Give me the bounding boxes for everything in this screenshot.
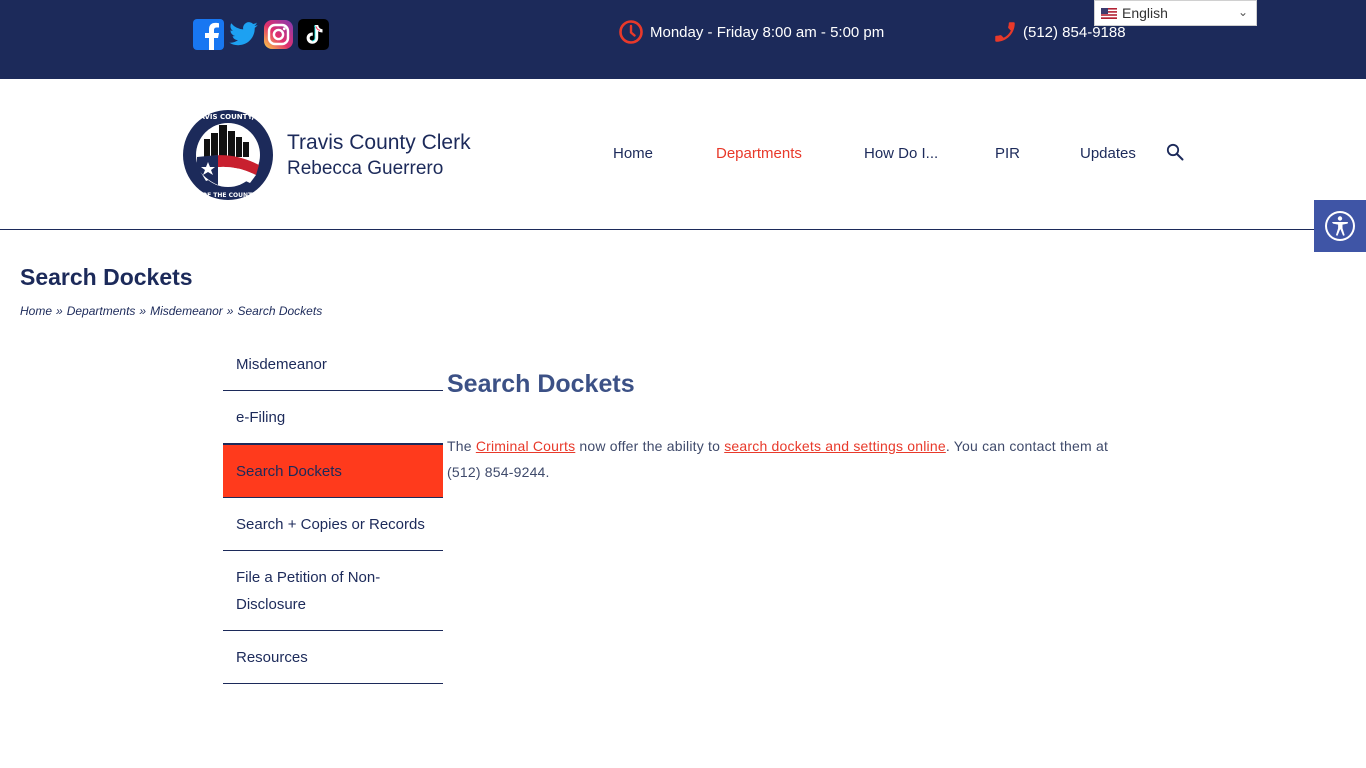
office-hours-text: Monday - Friday 8:00 am - 5:00 pm — [650, 23, 885, 41]
nav-pir[interactable]: PIR — [995, 145, 1020, 162]
criminal-courts-link[interactable]: Criminal Courts — [476, 438, 575, 454]
content-text: The — [447, 438, 476, 454]
chevron-down-icon: ⌄ — [1237, 5, 1248, 19]
search-icon[interactable] — [1166, 143, 1184, 161]
nav-departments[interactable]: Departments — [716, 145, 802, 162]
nav-updates[interactable]: Updates — [1080, 145, 1136, 162]
svg-text:TRAVIS COUNTY, TX: TRAVIS COUNTY, TX — [189, 113, 267, 121]
content-text: now offer the ability to — [575, 438, 725, 454]
breadcrumb-misdemeanor[interactable]: Misdemeanor — [150, 304, 223, 318]
site-title[interactable]: Travis County Clerk — [287, 129, 471, 156]
phone-text: (512) 854-9188 — [1023, 23, 1126, 41]
instagram-icon[interactable] — [263, 19, 294, 50]
county-clerk-logo[interactable]: TRAVIS COUNTY, TX OFFICE OF THE COUNTY C… — [176, 109, 280, 201]
twitter-icon[interactable] — [228, 19, 259, 50]
breadcrumb-separator: » — [56, 304, 63, 318]
office-hours: Monday - Friday 8:00 am - 5:00 pm — [618, 19, 884, 45]
site-subtitle[interactable]: Rebecca Guerrero — [287, 156, 443, 181]
page-title: Search Dockets — [20, 264, 193, 290]
nav-how-do-i[interactable]: How Do I... — [864, 145, 938, 162]
phone-icon — [995, 22, 1015, 42]
sidebar-item-search-copies-records[interactable]: Search + Copies or Records — [223, 498, 443, 551]
sidebar-item-search-dockets[interactable]: Search Dockets — [223, 444, 443, 498]
content-title: Search Dockets — [447, 370, 635, 398]
sidebar-item-e-filing[interactable]: e-Filing — [223, 391, 443, 444]
tiktok-icon[interactable] — [298, 19, 329, 50]
facebook-icon[interactable] — [193, 19, 224, 50]
breadcrumb-current: Search Dockets — [237, 304, 323, 318]
accessibility-toolbar-button[interactable] — [1314, 200, 1366, 252]
content-paragraph: The Criminal Courts now offer the abilit… — [447, 433, 1127, 485]
social-links — [193, 19, 329, 50]
breadcrumb-home[interactable]: Home — [20, 304, 52, 318]
top-bar: Monday - Friday 8:00 am - 5:00 pm (512) … — [0, 0, 1366, 79]
sidebar-item-resources[interactable]: Resources — [223, 631, 443, 684]
nav-home[interactable]: Home — [613, 145, 653, 162]
breadcrumb-separator: » — [226, 304, 234, 318]
sidebar-menu: Misdemeanor e-Filing Search Dockets Sear… — [223, 338, 443, 684]
site-header: TRAVIS COUNTY, TX OFFICE OF THE COUNTY C… — [0, 79, 1366, 230]
sidebar-item-misdemeanor[interactable]: Misdemeanor — [223, 338, 443, 391]
us-flag-icon — [1101, 7, 1117, 19]
breadcrumb-separator: » — [139, 304, 147, 318]
svg-text:OFFICE OF THE COUNTY CLERK: OFFICE OF THE COUNTY CLERK — [182, 192, 274, 199]
language-label: English — [1122, 5, 1168, 21]
accessibility-icon — [1325, 211, 1355, 241]
clock-icon — [619, 20, 643, 44]
language-select[interactable]: English ⌄ — [1094, 0, 1257, 26]
search-dockets-online-link[interactable]: search dockets and settings online — [724, 438, 946, 454]
sidebar-item-non-disclosure[interactable]: File a Petition of Non-Disclosure — [223, 551, 443, 631]
breadcrumb-departments[interactable]: Departments — [67, 304, 136, 318]
breadcrumb: Home » Departments » Misdemeanor » Searc… — [20, 304, 322, 318]
